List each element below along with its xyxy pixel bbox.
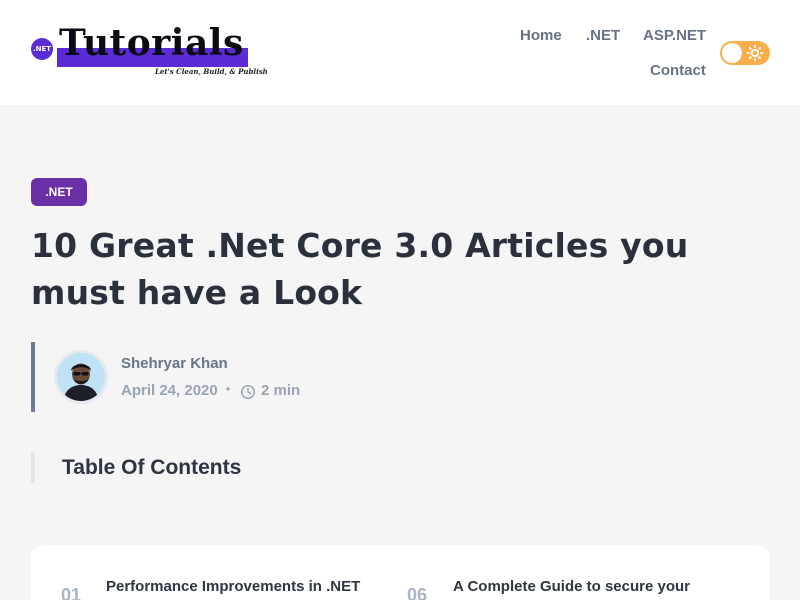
toc-item-number: 01 — [61, 585, 82, 600]
sun-icon — [746, 44, 764, 62]
site-header: .NET Tutorials Let's Clean, Build, & Pub… — [0, 0, 800, 105]
nav-net-link[interactable]: .NET — [586, 27, 620, 44]
read-time: 2 min — [261, 382, 301, 399]
toc-item-link[interactable]: A Complete Guide to secure your — [453, 578, 690, 595]
theme-toggle[interactable] — [720, 41, 770, 65]
author-name[interactable]: Shehryar Khan — [121, 355, 228, 372]
toc-card: 01 Performance Improvements in .NET 06 A… — [31, 545, 770, 600]
toggle-knob — [722, 43, 742, 63]
site-logo[interactable]: .NET Tutorials Let's Clean, Build, & Pub… — [31, 25, 268, 79]
clock-icon — [240, 384, 256, 400]
post-date: April 24, 2020 — [121, 382, 218, 399]
meta-separator: • — [226, 382, 231, 396]
toc-heading: Table Of Contents — [62, 456, 242, 479]
toc-item-number: 06 — [407, 585, 428, 600]
author-avatar[interactable] — [54, 350, 108, 404]
post-title: 10 Great .Net Core 3.0 Articles you must… — [31, 226, 689, 312]
logo-wordmark: Tutorials — [59, 22, 244, 64]
logo-tagline: Let's Clean, Build, & Publish — [155, 67, 268, 76]
category-badge[interactable]: .NET — [31, 178, 87, 206]
toc-item-link[interactable]: Performance Improvements in .NET — [106, 578, 360, 595]
nav-home-link[interactable]: Home — [520, 27, 562, 44]
toc-heading-block: Table Of Contents — [31, 452, 241, 483]
author-meta: Shehryar Khan April 24, 2020 • 2 min — [31, 342, 431, 412]
nav-aspnet-link[interactable]: ASP.NET — [643, 27, 706, 44]
logo-badge: .NET — [31, 38, 53, 60]
nav-contact-link[interactable]: Contact — [650, 62, 706, 79]
